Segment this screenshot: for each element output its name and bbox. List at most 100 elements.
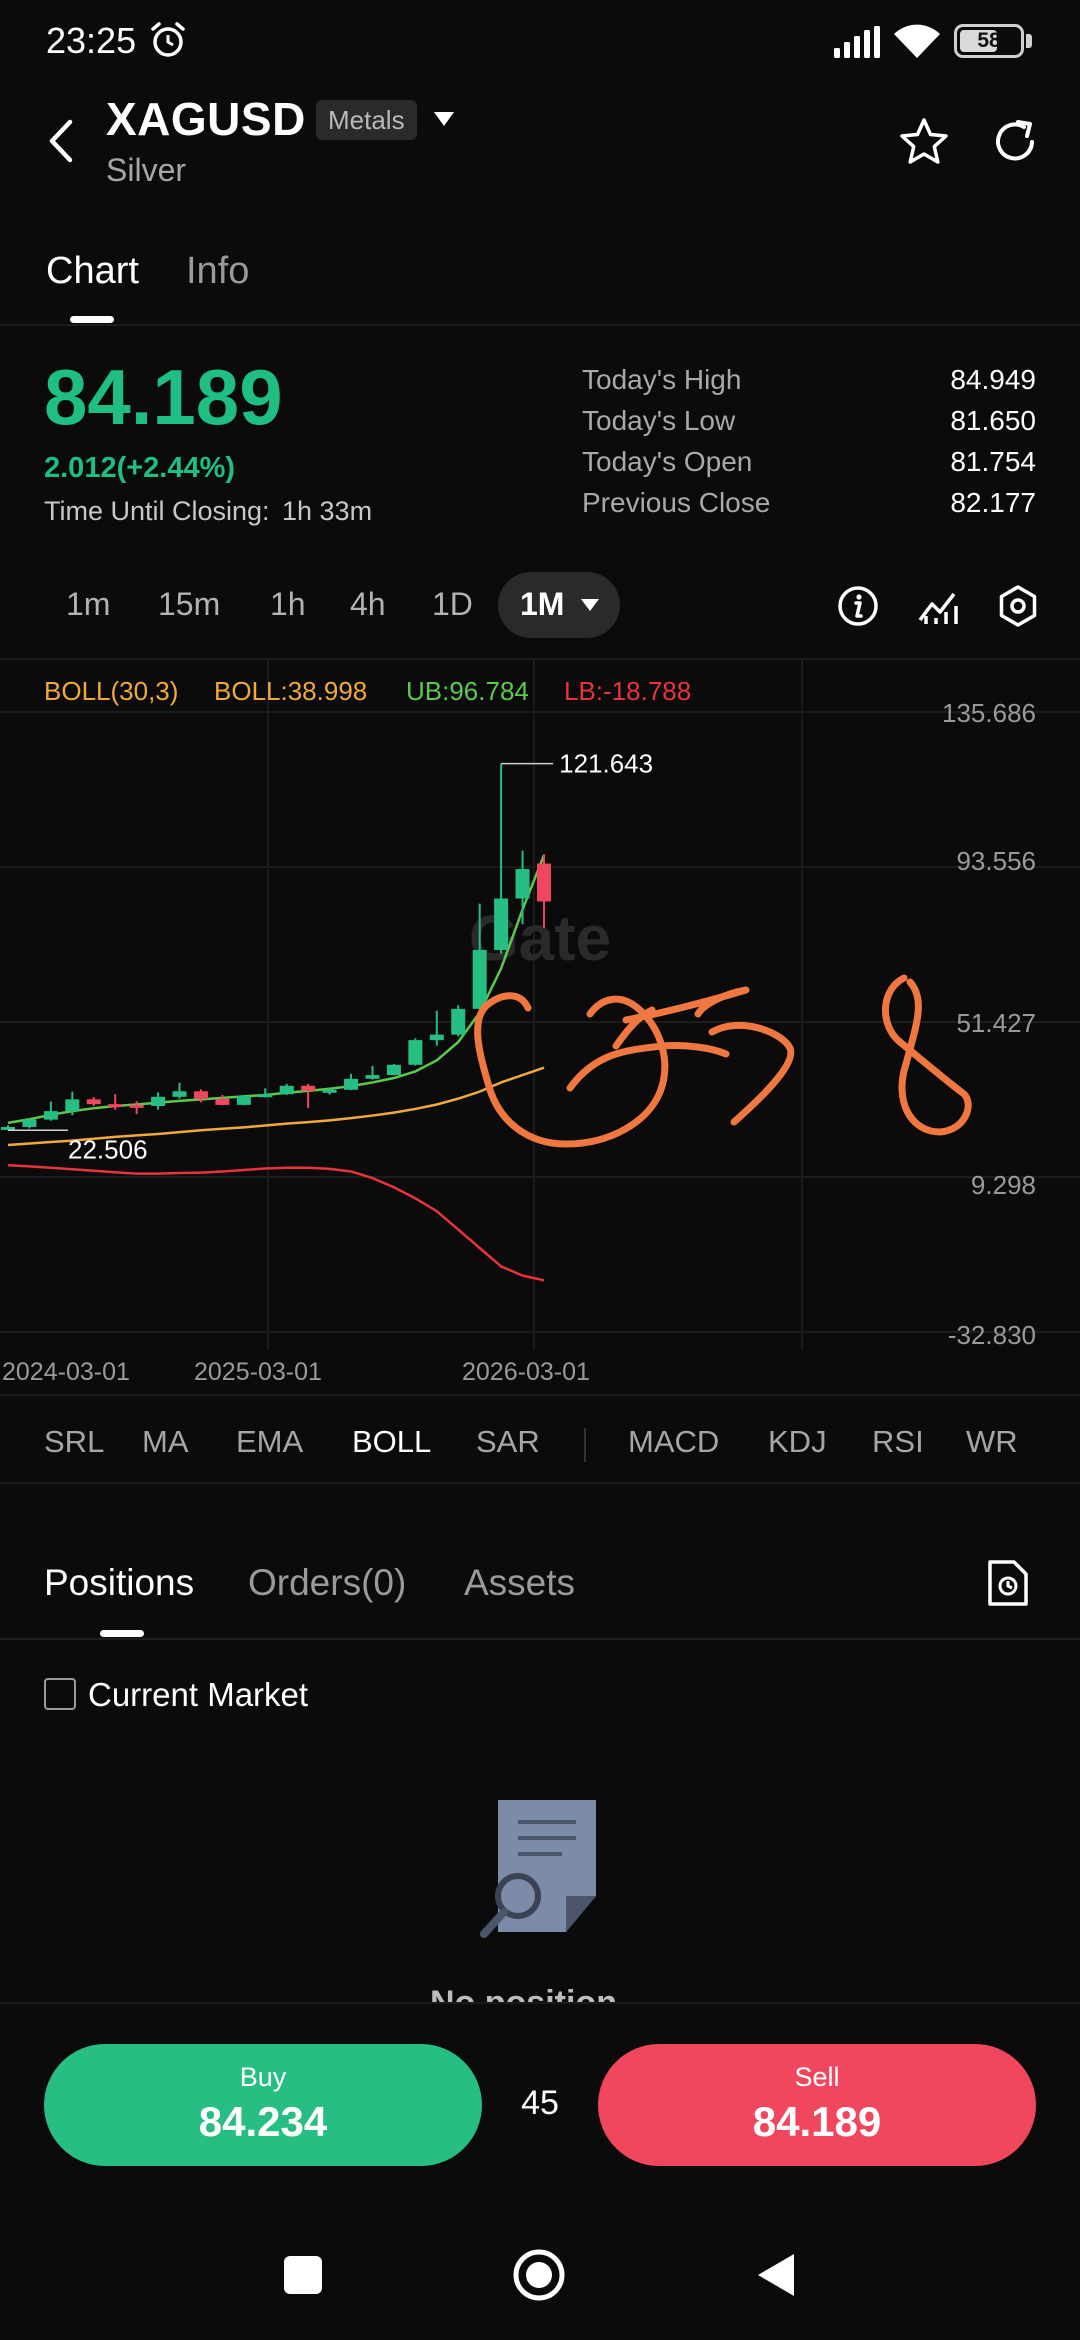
tabs-divider — [0, 324, 1080, 326]
indicator-ema[interactable]: EMA — [236, 1424, 303, 1460]
chart-bottom-divider — [0, 1394, 1080, 1396]
closing-label: Time Until Closing: — [44, 496, 270, 526]
candle-body — [429, 1034, 444, 1041]
candle-body — [365, 1075, 380, 1079]
boll-params[interactable]: BOLL(30,3) — [44, 676, 178, 707]
last-price: 84.189 — [44, 353, 283, 441]
candle-body — [108, 1104, 123, 1108]
empty-document-icon — [480, 1800, 596, 1938]
status-time: 23:25 — [46, 20, 137, 61]
tab-orders[interactable]: Orders(0) — [248, 1562, 406, 1604]
timeframe-4h[interactable]: 4h — [350, 586, 386, 623]
price-chart[interactable]: Gate 121.643 22.506 — [0, 660, 1080, 1350]
candle-body — [301, 1085, 316, 1091]
sell-button[interactable]: Sell 84.189 — [598, 2044, 1036, 2166]
low-marker-label: 22.506 — [68, 1134, 148, 1164]
candle-body — [22, 1119, 37, 1127]
category-badge[interactable]: Metals — [316, 100, 417, 140]
candle-body — [408, 1040, 423, 1065]
positions-divider — [0, 1638, 1080, 1640]
candle-body — [215, 1098, 230, 1105]
candle-body — [344, 1078, 359, 1090]
y-axis-label: 9.298 — [970, 1170, 1036, 1200]
timeframe-1h[interactable]: 1h — [270, 586, 306, 623]
order-history-icon[interactable] — [986, 1558, 1030, 1608]
candle-body — [515, 869, 530, 899]
y-axis-label: -32.830 — [947, 1320, 1036, 1350]
caret-down-icon[interactable] — [580, 598, 600, 612]
prev-close-value: 82.177 — [950, 487, 1036, 518]
candle-body — [472, 949, 487, 1009]
buy-price: 84.234 — [198, 2098, 328, 2145]
price-change: 2.012(+2.44%) — [44, 452, 236, 484]
battery-cap — [1026, 34, 1032, 48]
battery-text: 58 — [977, 29, 1001, 52]
back-icon[interactable] — [40, 116, 84, 166]
current-market-checkbox[interactable] — [44, 1678, 76, 1710]
sell-label: Sell — [794, 2062, 840, 2092]
boll-upper: UB:96.784 — [406, 676, 529, 706]
tab-assets[interactable]: Assets — [464, 1562, 575, 1604]
y-axis-label: 93.556 — [956, 846, 1036, 876]
candle-body — [279, 1085, 294, 1095]
indicator-ma[interactable]: MA — [142, 1424, 189, 1460]
instrument-name: Silver — [106, 152, 187, 188]
recent-apps-button[interactable] — [284, 2256, 322, 2294]
candle-body — [494, 898, 509, 950]
signal-icon — [834, 26, 880, 58]
high-label: Today's High — [582, 364, 742, 395]
alarm-icon — [151, 22, 185, 57]
indicator-wr[interactable]: WR — [966, 1424, 1018, 1460]
candle-body — [322, 1089, 337, 1093]
indicator-icon[interactable] — [916, 584, 960, 628]
candle-body — [236, 1096, 251, 1105]
x-axis-label: 2024-03-01 — [2, 1358, 130, 1386]
timeframe-15m[interactable]: 15m — [158, 586, 220, 623]
candle-body — [258, 1094, 273, 1098]
refresh-icon[interactable] — [990, 116, 1040, 166]
star-icon[interactable] — [898, 116, 950, 168]
indicator-sar[interactable]: SAR — [476, 1424, 540, 1460]
low-label: Today's Low — [582, 405, 736, 436]
low-value: 81.650 — [950, 405, 1036, 436]
indicator-macd[interactable]: MACD — [628, 1424, 719, 1460]
candle-body — [1, 1126, 15, 1130]
home-button[interactable] — [512, 2248, 566, 2302]
y-axis-label: 135.686 — [942, 698, 1036, 728]
indicator-srl[interactable]: SRL — [44, 1424, 104, 1460]
high-value: 84.949 — [950, 364, 1036, 395]
handwritten-annotation — [474, 974, 972, 1148]
candle-body — [193, 1091, 208, 1099]
nav-back-button[interactable] — [754, 2250, 798, 2300]
candle-body — [151, 1096, 166, 1106]
prev-close-label: Previous Close — [582, 487, 771, 518]
watermark-logo: Gate — [469, 902, 611, 974]
buy-label: Buy — [239, 2062, 287, 2092]
timeframe-1m[interactable]: 1m — [66, 586, 110, 623]
symbol-title[interactable]: XAGUSD — [106, 92, 306, 146]
indicator-divider — [0, 1482, 1080, 1484]
buy-button[interactable]: Buy 84.234 — [44, 2044, 482, 2166]
indicator-boll[interactable]: BOLL — [352, 1424, 431, 1460]
candle-body — [451, 1008, 466, 1035]
boll-lower: LB:-18.788 — [564, 676, 692, 706]
settings-icon[interactable] — [996, 584, 1040, 628]
current-market-label[interactable]: Current Market — [88, 1676, 308, 1714]
info-icon[interactable] — [836, 584, 880, 628]
candle-body — [86, 1099, 101, 1105]
timeframe-active[interactable]: 1M — [520, 586, 564, 623]
indicator-separator — [584, 1428, 586, 1462]
indicator-kdj[interactable]: KDJ — [768, 1424, 827, 1460]
tab-info[interactable]: Info — [186, 250, 249, 293]
candle-body — [43, 1111, 58, 1120]
x-axis-label: 2025-03-01 — [194, 1358, 322, 1386]
chevron-down-icon[interactable] — [432, 110, 456, 128]
empty-positions-text: No position — [430, 1984, 617, 2004]
tab-chart[interactable]: Chart — [46, 250, 139, 293]
indicator-rsi[interactable]: RSI — [872, 1424, 924, 1460]
candle-body — [172, 1091, 187, 1097]
timeframe-1d[interactable]: 1D — [432, 586, 473, 623]
sell-price: 84.189 — [752, 2098, 882, 2145]
open-value: 81.754 — [950, 446, 1036, 477]
tab-positions[interactable]: Positions — [44, 1562, 194, 1604]
